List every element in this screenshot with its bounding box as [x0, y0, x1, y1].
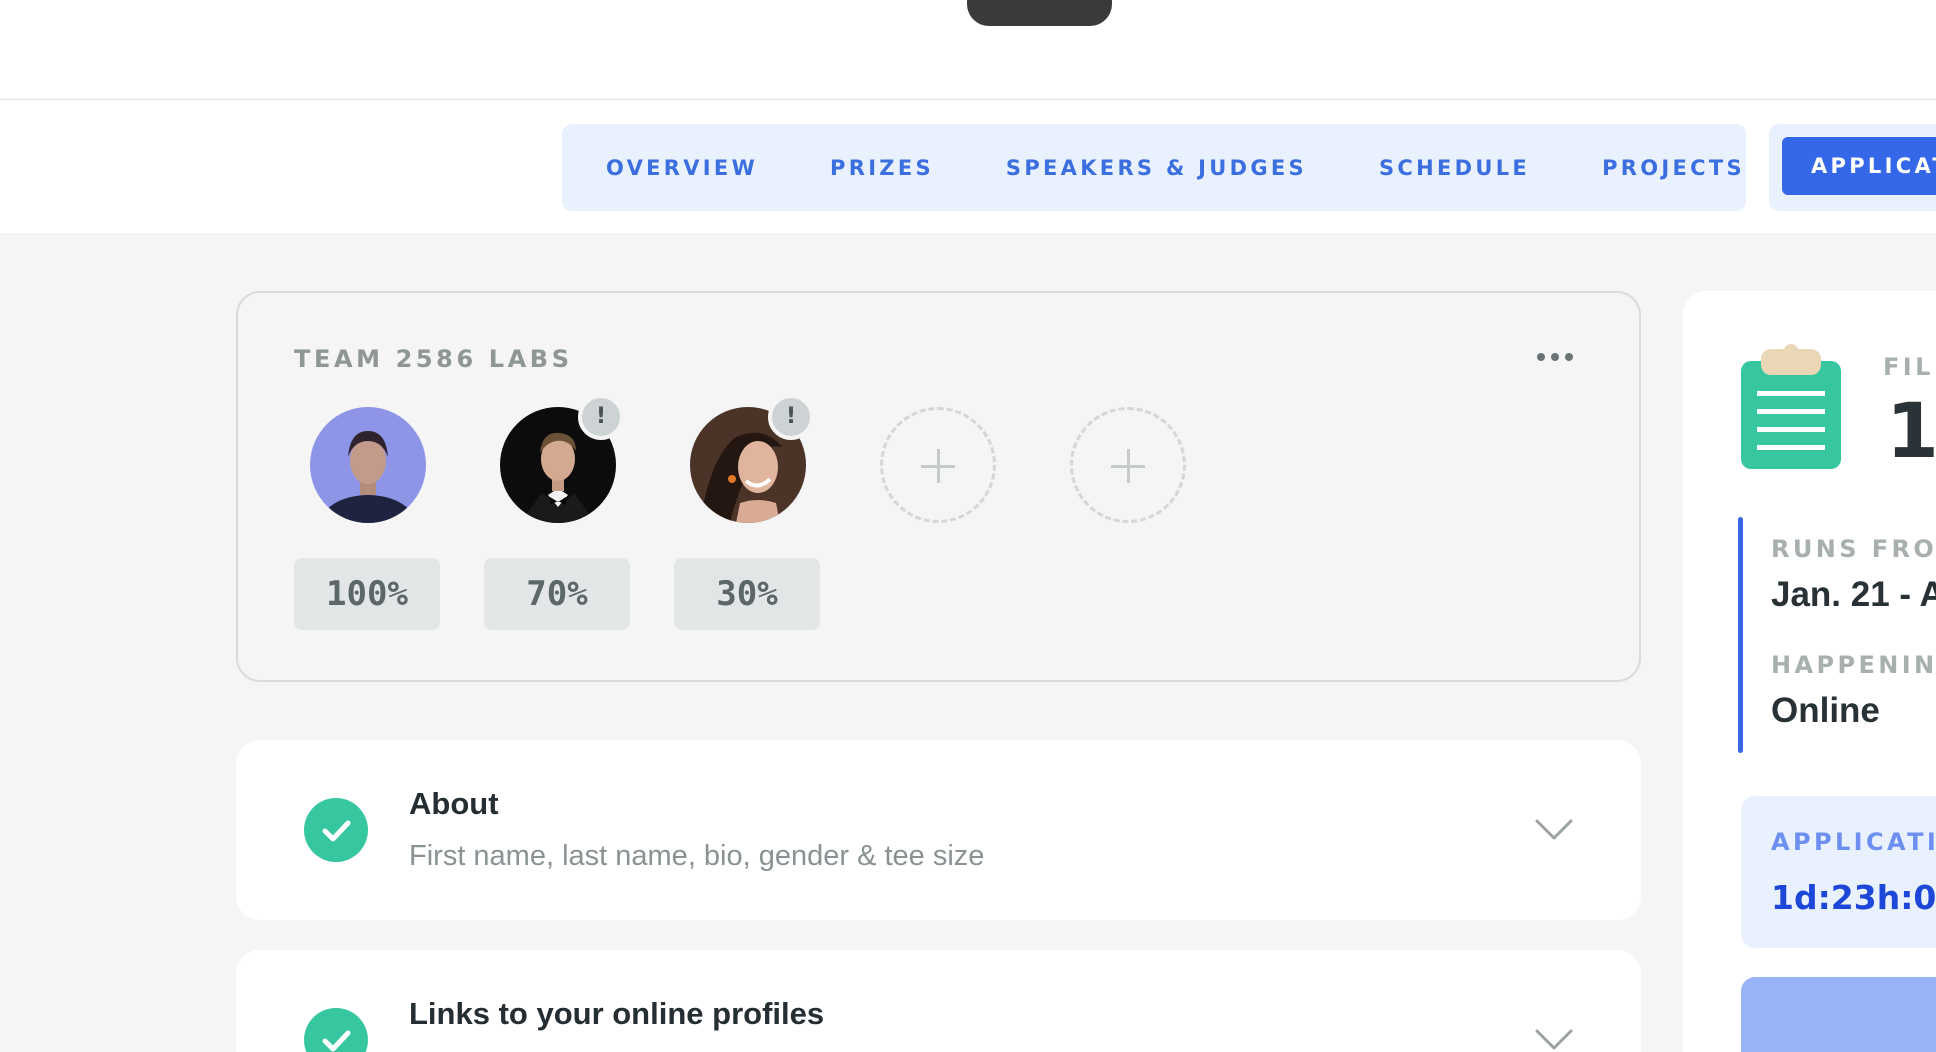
team-card: TEAM 2586 LABS 100% ! 70% ! 30% [236, 291, 1641, 682]
team-title: TEAM 2586 LABS [294, 345, 573, 373]
top-bar [0, 0, 1936, 100]
tab-speakers-judges[interactable]: SPEAKERS & JUDGES [1006, 156, 1307, 180]
alert-badge: ! [768, 394, 814, 440]
member-progress: 70% [484, 558, 630, 630]
deadline-label: APPLICATI [1771, 828, 1936, 856]
runs-label: RUNS FRO [1771, 535, 1936, 563]
add-member-button[interactable] [880, 407, 996, 523]
deadline-countdown: 1d:23h:02 [1771, 878, 1936, 917]
event-info-card: FIL 10 RUNS FRO Jan. 21 - A HAPPENIN Onl… [1683, 291, 1936, 1052]
chevron-down-icon [1535, 1029, 1573, 1050]
member-progress: 100% [294, 558, 440, 630]
deadline-box: APPLICATI 1d:23h:02 [1741, 796, 1936, 948]
section-title: About [409, 786, 499, 821]
online-profiles-section[interactable]: Links to your online profiles [236, 950, 1641, 1052]
more-options-icon[interactable] [1537, 353, 1577, 365]
nav-tabs: OVERVIEW PRIZES SPEAKERS & JUDGES SCHEDU… [562, 124, 1746, 211]
happening-value: Online [1771, 691, 1880, 730]
check-icon [304, 1008, 368, 1052]
tab-prizes[interactable]: PRIZES [830, 156, 934, 180]
tab-projects[interactable]: PROJECTS [1602, 156, 1745, 180]
add-member-button[interactable] [1070, 407, 1186, 523]
member-progress: 30% [674, 558, 820, 630]
chevron-down-icon [1535, 819, 1573, 840]
filled-label: FIL [1883, 353, 1934, 381]
alert-badge: ! [578, 394, 624, 440]
about-section[interactable]: About First name, last name, bio, gender… [236, 740, 1641, 920]
apply-container: APPLICAT [1769, 124, 1936, 211]
navigation-bar: OVERVIEW PRIZES SPEAKERS & JUDGES SCHEDU… [0, 101, 1936, 233]
avatar-woman-icon [310, 407, 426, 523]
section-subtitle: First name, last name, bio, gender & tee… [409, 840, 985, 872]
tab-schedule[interactable]: SCHEDULE [1379, 156, 1530, 180]
apply-button[interactable]: APPLICAT [1782, 137, 1936, 195]
date-accent-bar [1738, 517, 1743, 753]
happening-label: HAPPENIN [1771, 651, 1936, 679]
section-title: Links to your online profiles [409, 996, 825, 1031]
tab-overview[interactable]: OVERVIEW [606, 156, 758, 180]
runs-value: Jan. 21 - A [1771, 575, 1936, 614]
filled-count: 10 [1886, 386, 1936, 475]
clipboard-icon [1741, 344, 1841, 469]
sidebar-action-button[interactable] [1741, 977, 1936, 1052]
camera-notch [967, 0, 1112, 26]
check-icon [304, 798, 368, 862]
avatar[interactable] [310, 407, 426, 523]
